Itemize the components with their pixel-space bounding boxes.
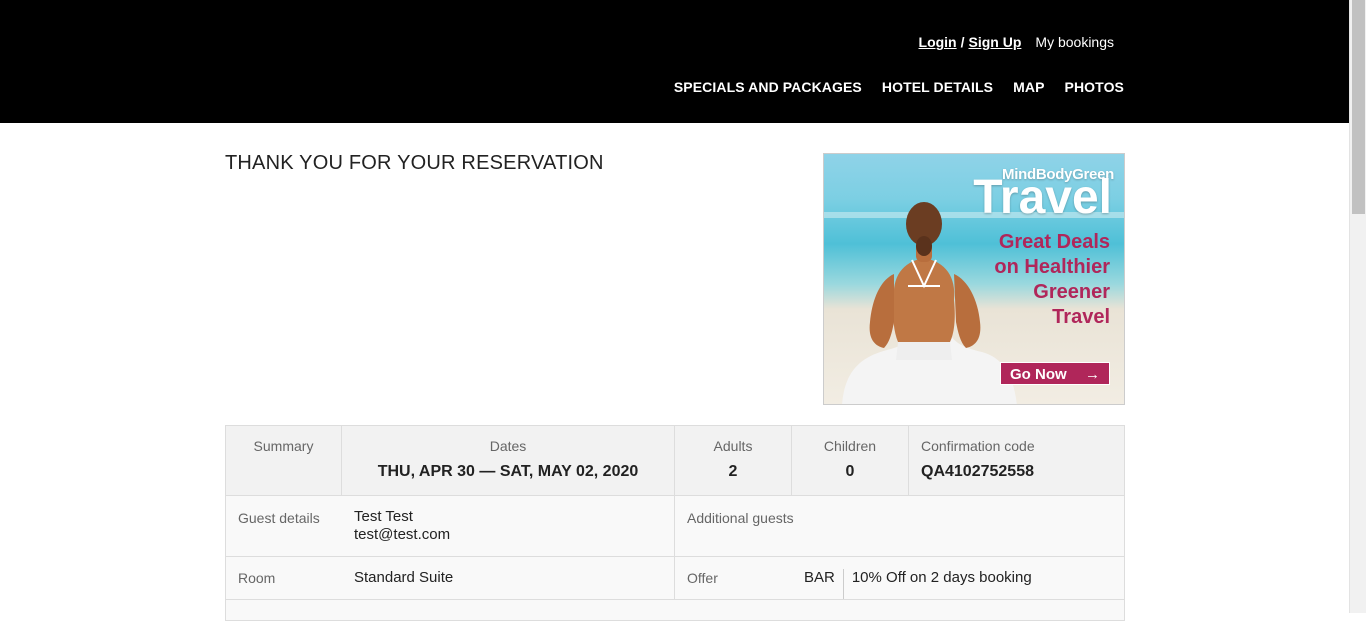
adults-value: 2 [728, 463, 738, 480]
ad-go-now-label: Go Now [1010, 366, 1067, 383]
offer-code: BAR [804, 569, 844, 599]
ad-go-now-button[interactable]: Go Now → [1000, 362, 1110, 385]
guest-email: test@test.com [354, 526, 451, 543]
nav-map[interactable]: MAP [1013, 79, 1044, 95]
guest-details-label-cell: Guest details [226, 496, 342, 556]
ad-tagline-line: Travel [1052, 306, 1110, 328]
confirmation-label: Confirmation code [921, 438, 1035, 454]
dates-value: THU, APR 30 — SAT, MAY 02, 2020 [377, 463, 639, 480]
adults-label: Adults [713, 438, 753, 454]
ad-tagline-line: Greener [1033, 281, 1110, 303]
my-bookings-link[interactable]: My bookings [1035, 34, 1114, 50]
guest-details-label: Guest details [238, 510, 320, 526]
adults-cell: Adults 2 [675, 426, 792, 495]
nav-photos[interactable]: PHOTOS [1065, 79, 1124, 95]
login-link[interactable]: Login [919, 34, 957, 50]
summary-next-row [226, 600, 1124, 620]
children-label: Children [823, 438, 877, 454]
ad-tagline-line: Great Deals [998, 231, 1110, 253]
additional-guests-cell: Additional guests [675, 496, 1124, 556]
room-label: Room [238, 570, 276, 586]
offer-label: Offer [687, 570, 718, 586]
page-scrollbar[interactable] [1349, 0, 1366, 613]
ad-headline: Travel [973, 171, 1112, 224]
site-header: Login / Sign Up My bookings SPECIALS AND… [0, 0, 1349, 123]
room-value-cell: Standard Suite [342, 557, 675, 599]
room-label-cell: Room [226, 557, 342, 599]
dates-label: Dates [489, 438, 527, 454]
summary-header-row: Summary Dates THU, APR 30 — SAT, MAY 02,… [226, 426, 1124, 496]
page-title: THANK YOU FOR YOUR RESERVATION [225, 152, 604, 174]
ad-tagline-line: on Healthier [994, 256, 1110, 278]
arrow-right-icon: → [1085, 366, 1100, 383]
signup-link[interactable]: Sign Up [969, 34, 1022, 50]
offer-description: 10% Off on 2 days booking [851, 569, 1032, 586]
room-value: Standard Suite [354, 569, 454, 586]
nav-hotel-details[interactable]: HOTEL DETAILS [882, 79, 993, 95]
dates-cell: Dates THU, APR 30 — SAT, MAY 02, 2020 [342, 426, 675, 495]
reservation-summary: Summary Dates THU, APR 30 — SAT, MAY 02,… [225, 425, 1125, 621]
children-cell: Children 0 [792, 426, 909, 495]
summary-cell: Summary [226, 426, 342, 495]
guest-details-value-cell: Test Test test@test.com [342, 496, 675, 556]
room-offer-row: Room Standard Suite Offer BAR 10% Off on… [226, 557, 1124, 600]
offer-value-cell: BAR 10% Off on 2 days booking [792, 557, 1124, 599]
main-nav: SPECIALS AND PACKAGES HOTEL DETAILS MAP … [674, 79, 1124, 95]
guest-details-row: Guest details Test Test test@test.com Ad… [226, 496, 1124, 557]
auth-separator: / [960, 34, 965, 50]
confirmation-cell: Confirmation code QA4102752558 [909, 426, 1124, 495]
travel-ad-banner[interactable]: MindBodyGreen Travel Great Deals on Heal… [823, 153, 1125, 405]
offer-label-cell: Offer [675, 557, 792, 599]
summary-label: Summary [253, 438, 314, 454]
additional-guests-label: Additional guests [687, 510, 794, 526]
guest-name: Test Test [354, 508, 413, 525]
ad-tagline: Great Deals on Healthier Greener Travel [954, 230, 1110, 330]
account-links: Login / Sign Up My bookings [919, 34, 1114, 50]
nav-specials-and-packages[interactable]: SPECIALS AND PACKAGES [674, 79, 862, 95]
confirmation-code: QA4102752558 [921, 463, 1034, 480]
scrollbar-thumb[interactable] [1352, 0, 1365, 214]
children-value: 0 [845, 463, 855, 480]
